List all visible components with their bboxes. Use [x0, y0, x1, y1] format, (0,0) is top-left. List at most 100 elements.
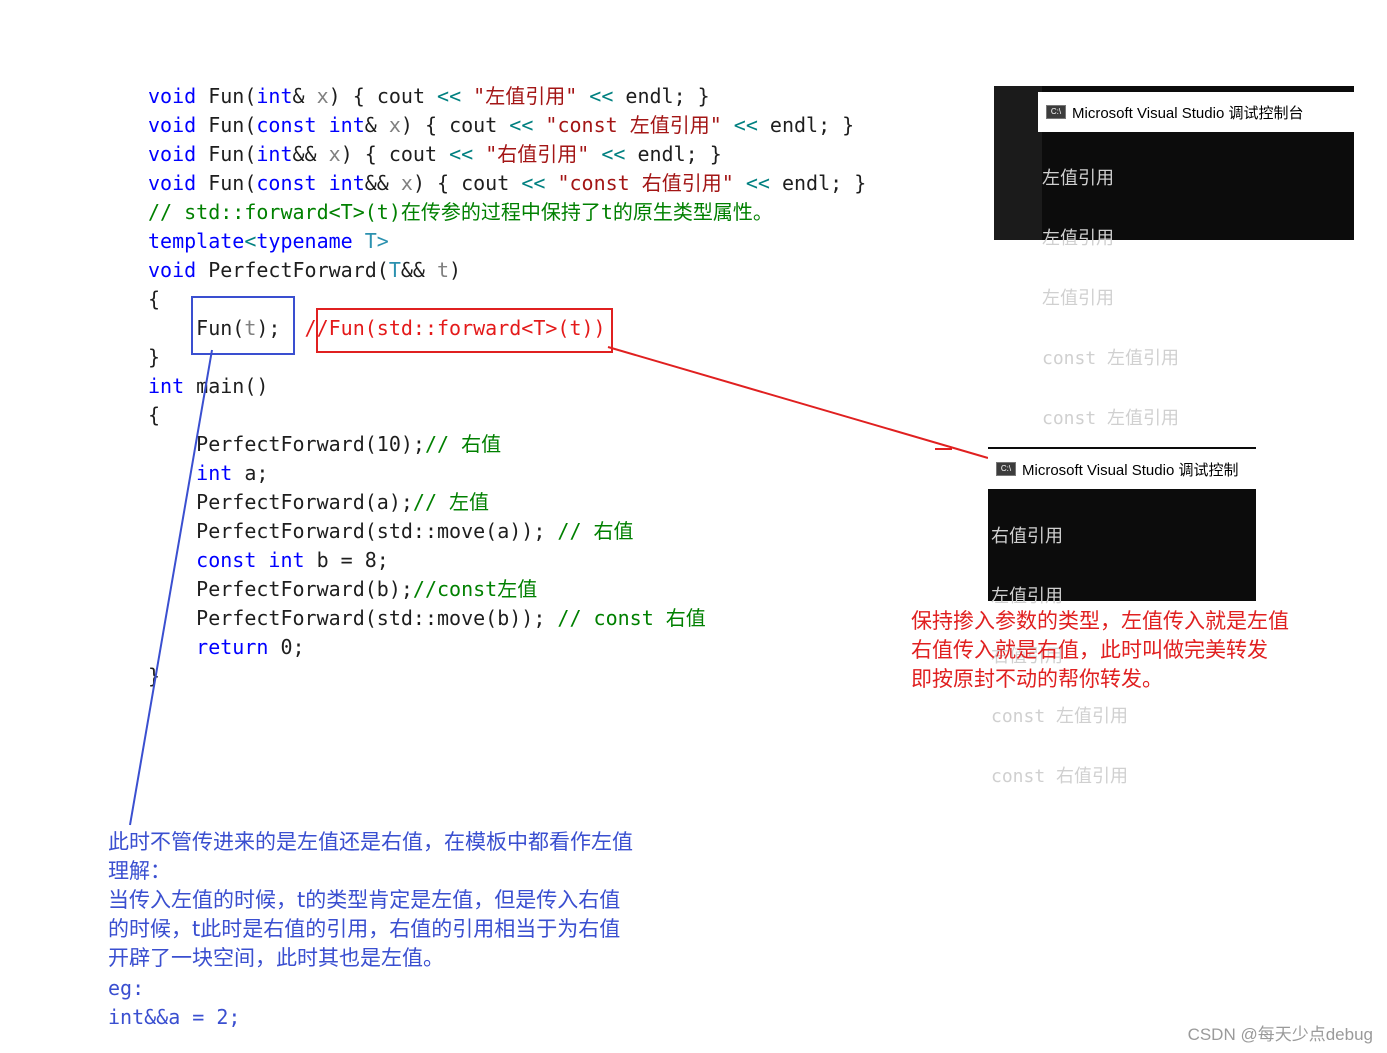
debug-console-window-2: C:\ Microsoft Visual Studio 调试控制 右值引用 左值… — [988, 447, 1256, 787]
console-title: Microsoft Visual Studio 调试控制 — [1022, 461, 1239, 479]
code-text: main() — [184, 374, 269, 398]
operator: << — [509, 113, 534, 137]
code-line-14: int a; — [148, 459, 866, 488]
string-literal: "const 右值引用" — [545, 171, 746, 195]
code-line-21: } — [148, 664, 161, 688]
code-text: Fun( — [196, 113, 257, 137]
comment: // const 右值 — [557, 606, 706, 630]
console-line: const 右值引用 — [991, 766, 1129, 787]
code-text: endl; } — [613, 84, 710, 108]
code-text: PerfectForward(10); — [148, 432, 425, 456]
code-line-13: PerfectForward(10);// 右值 — [148, 430, 866, 459]
keyword: void — [148, 258, 197, 282]
code-line-12: { — [148, 403, 161, 427]
operator: << — [733, 113, 758, 137]
operator: << — [745, 171, 770, 195]
comment: // 右值 — [557, 519, 634, 543]
code-text: ) { cout — [412, 171, 522, 195]
console-titlebar: C:\ Microsoft Visual Studio 调试控制 — [988, 449, 1256, 489]
operator: < — [244, 229, 257, 253]
code-text: Fun( — [196, 171, 257, 195]
code-text: && — [292, 142, 329, 166]
code-text: && — [364, 171, 401, 195]
operator: << — [589, 84, 614, 108]
keyword: void — [148, 171, 197, 195]
code-line-3: void Fun(int&& x) { cout << "右值引用" << en… — [148, 140, 866, 169]
console-side-strip — [994, 86, 1042, 240]
console-line: 左值引用 — [1042, 168, 1114, 189]
string-literal: "const 左值引用" — [533, 113, 734, 137]
blue-highlight-box — [191, 296, 295, 355]
param: t — [437, 258, 450, 282]
code-text: && — [400, 258, 437, 282]
keyword: void — [148, 142, 197, 166]
lvalue-explanation-annotation: 此时不管传进来的是左值还是右值，在模板中都看作左值 理解： 当传入左值的时候，t… — [108, 830, 633, 970]
string-literal: "左值引用" — [461, 84, 590, 108]
param: x — [400, 171, 413, 195]
code-line-15: PerfectForward(a);// 左值 — [148, 488, 866, 517]
keyword: void — [148, 84, 197, 108]
code-line-20: return 0; — [148, 633, 866, 662]
keyword: void — [148, 113, 197, 137]
comment: // 右值 — [424, 432, 502, 456]
console-titlebar: C:\ Microsoft Visual Studio 调试控制台 — [1038, 92, 1354, 132]
code-line-5: // std::forward<T>(t)在传参的过程中保持了t的原生类型属性。 — [148, 200, 773, 224]
code-line-2: void Fun(const int& x) { cout << "const … — [148, 111, 866, 140]
code-text: & — [364, 113, 389, 137]
console-line: const 左值引用 — [1042, 348, 1180, 369]
comment: // 左值 — [412, 490, 490, 514]
keyword: int — [196, 461, 233, 485]
keyword: int — [148, 374, 185, 398]
debug-console-window-1: C:\ Microsoft Visual Studio 调试控制台 左值引用 左… — [994, 86, 1354, 429]
code-text: ) { cout — [328, 84, 438, 108]
console-app-icon: C:\ — [996, 462, 1016, 476]
code-text: endl; } — [769, 171, 867, 195]
param: x — [316, 84, 329, 108]
code-line-4: void Fun(const int&& x) { cout << "const… — [148, 169, 866, 198]
code-line-16: PerfectForward(std::move(a)); // 右值 — [148, 517, 866, 546]
code-text: endl; } — [625, 142, 722, 166]
operator: << — [449, 142, 474, 166]
type-name: T> — [352, 229, 389, 253]
code-text: a; — [232, 461, 269, 485]
console-line: 右值引用 — [991, 526, 1063, 547]
console-line: 左值引用 — [1042, 228, 1114, 249]
example-code-annotation: eg: int&&a = 2; — [108, 976, 241, 1029]
comment: //const左值 — [412, 577, 538, 601]
code-text: ) { cout — [340, 142, 450, 166]
code-text: PerfectForward(b); — [148, 577, 413, 601]
code-text: endl; } — [757, 113, 855, 137]
console-title: Microsoft Visual Studio 调试控制台 — [1072, 104, 1304, 122]
keyword: const int — [256, 171, 365, 195]
code-text: ) { cout — [400, 113, 510, 137]
code-text: ) — [449, 258, 462, 282]
perfect-forward-annotation: 保持掺入参数的类型，左值传入就是左值 右值传入就是右值，此时叫做完美转发 即按原… — [911, 609, 1289, 691]
keyword: int — [256, 84, 293, 108]
code-line-11: int main() — [148, 372, 866, 401]
param: x — [388, 113, 401, 137]
code-text: Fun( — [196, 84, 257, 108]
console-line: const 左值引用 — [991, 706, 1129, 727]
code-line-17: const int b = 8; — [148, 546, 866, 575]
code-line-1: void Fun(int& x) { cout << "左值引用" << end… — [148, 82, 866, 111]
keyword: const int — [256, 113, 365, 137]
code-editor: void Fun(int& x) { cout << "左值引用" << end… — [148, 82, 866, 691]
code-text: 0; — [268, 635, 305, 659]
code-line-7: void PerfectForward(T&& t) — [148, 256, 866, 285]
csdn-watermark: CSDN @每天少点debug — [1187, 1025, 1373, 1044]
code-line-19: PerfectForward(std::move(b)); // const 右… — [148, 604, 866, 633]
keyword: int — [256, 142, 293, 166]
keyword: template — [148, 229, 245, 253]
code-text: PerfectForward(std::move(a)); — [148, 519, 558, 543]
keyword: const int — [196, 548, 305, 572]
param: x — [328, 142, 341, 166]
console-output: 左值引用 左值引用 左值引用 const 左值引用 const 左值引用 — [1042, 129, 1179, 469]
type-name: T — [388, 258, 401, 282]
console-line: 左值引用 — [991, 586, 1063, 607]
string-literal: "右值引用" — [473, 142, 602, 166]
operator: << — [521, 171, 546, 195]
keyword: typename — [256, 229, 353, 253]
console-line: 左值引用 — [1042, 288, 1114, 309]
